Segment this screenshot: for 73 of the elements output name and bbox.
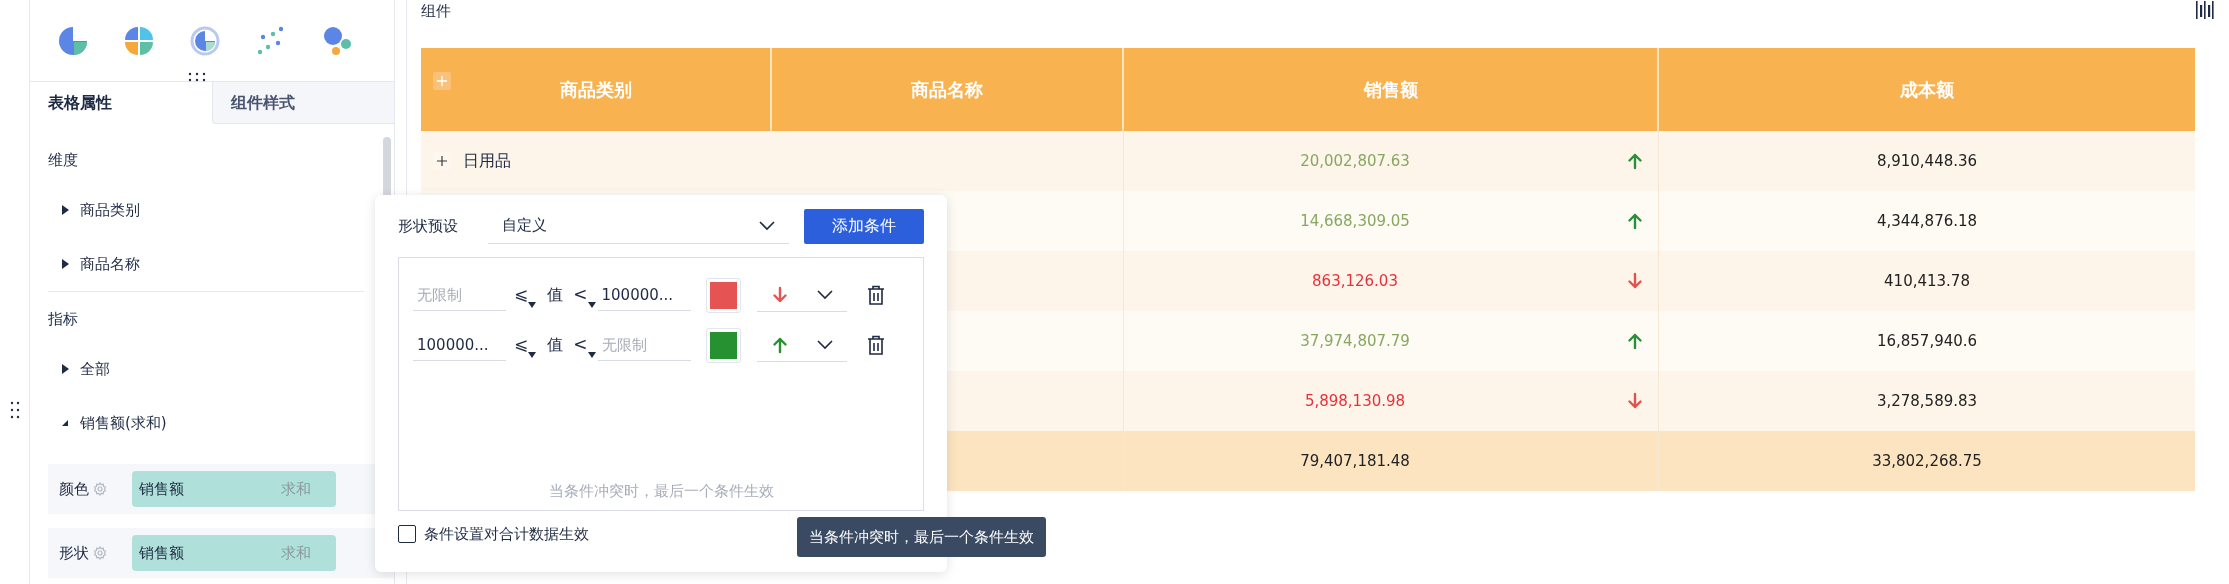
table-cell: 37,974,807.79 — [1300, 332, 1410, 350]
collapsed-triangle-icon[interactable] — [60, 363, 70, 375]
down-arrow-icon — [770, 285, 789, 304]
value-field[interactable]: 无限制 — [597, 329, 691, 361]
trash-icon[interactable] — [866, 335, 885, 355]
table-cell-text: 8,910,448.36 — [1876, 150, 1978, 172]
component-title: 组件 — [421, 1, 451, 22]
tree-item[interactable]: 商品类别 — [80, 198, 140, 222]
table-cell-text: 4,344,876.18 — [1876, 210, 1978, 232]
collapsed-triangle-icon[interactable] — [60, 258, 70, 270]
up-arrow-icon — [1626, 332, 1644, 350]
field-name: 销售额 — [139, 542, 184, 564]
panel-tab[interactable]: 组件样式 — [211, 82, 394, 124]
up-arrow-icon — [770, 335, 789, 354]
add-condition-button[interactable]: 添加条件 — [804, 208, 924, 244]
pie-chart-icon[interactable] — [124, 25, 154, 56]
down-arrow-icon — [1626, 272, 1644, 290]
conflict-hint: 当条件冲突时，最后一个条件生效 — [547, 480, 775, 502]
tree-item[interactable]: 销售额(求和) — [80, 411, 167, 435]
property-label: 颜色 — [59, 478, 90, 500]
table-cell: 863,126.03 — [1312, 272, 1398, 290]
drag-handle-icon[interactable] — [188, 72, 206, 82]
chevron-down-icon[interactable] — [816, 339, 833, 350]
property-label: 形状 — [59, 542, 90, 564]
section-title: 维度 — [48, 149, 78, 171]
preset-label: 形状预设 — [398, 215, 459, 237]
pie-chart-icon[interactable] — [58, 25, 88, 56]
table-cell-text: 33,802,268.75 — [1872, 450, 1982, 472]
table-cell-text: 3,278,589.83 — [1876, 390, 1978, 412]
caret-icon[interactable] — [528, 351, 537, 358]
field-name: 销售额 — [139, 478, 184, 500]
bubble-chart-icon[interactable] — [322, 25, 352, 56]
table-cell: 79,407,181.48 — [1300, 452, 1410, 470]
value-field[interactable]: 无限制 — [413, 279, 506, 311]
operator-symbol[interactable]: ⩽ — [514, 282, 529, 308]
aggregation-label: 求和 — [281, 478, 311, 500]
value-label: 值 — [547, 334, 564, 356]
field-pill[interactable]: 销售额 求和 — [132, 535, 336, 571]
table-cell-text: 410,413.78 — [1884, 270, 1970, 292]
table-cell: 14,668,309.05 — [1300, 212, 1410, 230]
field-pill[interactable]: 销售额 求和 — [132, 471, 336, 507]
caret-icon[interactable] — [587, 351, 596, 358]
trash-icon[interactable] — [866, 285, 885, 305]
barcode-bars-icon[interactable] — [2195, 1, 2215, 19]
tooltip: 当条件冲突时，最后一个条件生效 — [797, 517, 1046, 557]
aggregation-label: 求和 — [281, 542, 311, 564]
operator-symbol[interactable]: < — [573, 282, 588, 308]
value-label: 值 — [547, 284, 564, 306]
operator-symbol[interactable]: ⩽ — [514, 332, 529, 358]
caret-icon[interactable] — [587, 301, 596, 308]
up-arrow-icon — [1626, 152, 1644, 170]
tree-item[interactable]: 商品名称 — [80, 252, 140, 276]
table-cell-text: 日用品 — [463, 150, 511, 172]
chevron-down-icon[interactable] — [816, 289, 833, 300]
table-cell: 20,002,807.63 — [1300, 152, 1410, 170]
checkbox[interactable] — [398, 525, 416, 544]
value-field[interactable]: 100000... — [413, 329, 506, 361]
drag-handle-icon[interactable] — [9, 401, 20, 419]
value-field[interactable]: 100000... — [597, 279, 691, 311]
donut-chart-icon[interactable] — [190, 25, 220, 56]
operator-symbol[interactable]: < — [573, 332, 588, 358]
tree-item[interactable]: 全部 — [80, 357, 110, 381]
down-arrow-icon — [1626, 392, 1644, 410]
up-arrow-icon — [1626, 212, 1644, 230]
chevron-down-icon[interactable] — [759, 220, 776, 231]
table-cell: 5,898,130.98 — [1304, 392, 1406, 410]
table-cell-text: 16,857,940.6 — [1876, 330, 1978, 352]
collapsed-triangle-icon[interactable] — [60, 204, 70, 216]
preset-select[interactable]: 自定义 — [487, 208, 790, 244]
section-title: 指标 — [48, 308, 78, 330]
checkbox-label[interactable]: 条件设置对合计数据生效 — [424, 523, 589, 546]
caret-icon[interactable] — [528, 301, 537, 308]
scatter-chart-icon[interactable] — [256, 25, 286, 56]
